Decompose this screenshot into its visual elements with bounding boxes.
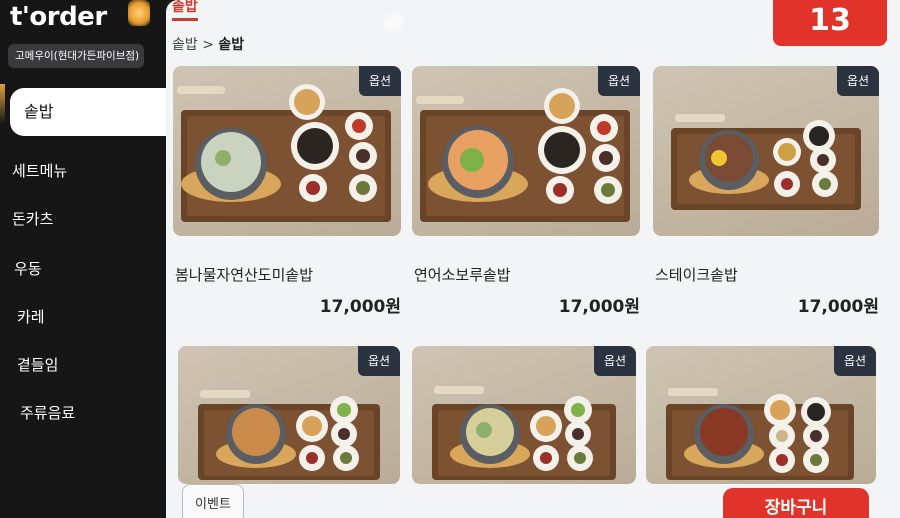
brand-logo: t'order bbox=[10, 2, 107, 32]
category-udon[interactable]: 우동 bbox=[14, 258, 42, 279]
breadcrumb: 솥밥 > 솥밥 bbox=[172, 34, 244, 54]
menu-card[interactable]: 옵션 스테이크솥밥 17,000원 bbox=[653, 66, 879, 318]
category-sotbap[interactable]: 솥밥 bbox=[10, 88, 166, 136]
option-badge: 옵션 bbox=[359, 66, 401, 96]
menu-name: 봄나물자연산도미솥밥 bbox=[175, 266, 314, 284]
option-badge: 옵션 bbox=[594, 346, 636, 376]
breadcrumb-separator: > bbox=[202, 37, 214, 53]
menu-card[interactable]: 옵션 봄나물자연산도미솥밥 17,000원 bbox=[173, 66, 401, 318]
option-badge: 옵션 bbox=[834, 346, 876, 376]
category-set-menu[interactable]: 세트메뉴 bbox=[12, 160, 67, 181]
category-donkatsu[interactable]: 돈카츠 bbox=[12, 208, 53, 229]
option-badge: 옵션 bbox=[837, 66, 879, 96]
menu-name: 연어소보루솥밥 bbox=[414, 266, 511, 284]
edge-glow bbox=[0, 84, 5, 124]
event-button[interactable]: 이벤트 bbox=[182, 484, 244, 518]
category-curry[interactable]: 카레 bbox=[17, 306, 45, 327]
table-number-badge: 13 bbox=[773, 0, 887, 46]
menu-card[interactable]: 옵션 bbox=[646, 346, 876, 484]
menu-card[interactable]: 옵션 bbox=[412, 346, 636, 484]
menu-price: 17,000원 bbox=[319, 297, 401, 317]
menu-card[interactable]: 옵션 연어소보루솥밥 17,000원 bbox=[412, 66, 640, 318]
option-badge: 옵션 bbox=[358, 346, 400, 376]
store-name: 고메우이(현대가든파이브점) bbox=[8, 44, 144, 68]
menu-name: 스테이크솥밥 bbox=[655, 266, 738, 284]
active-tab-underline bbox=[172, 18, 198, 21]
breadcrumb-current: 솥밥 bbox=[218, 37, 245, 53]
menu-price: 17,000원 bbox=[558, 297, 640, 317]
category-drinks[interactable]: 주류음료 bbox=[20, 402, 75, 423]
breadcrumb-parent[interactable]: 솥밥 bbox=[172, 37, 198, 53]
active-tab[interactable]: 솥밥 bbox=[172, 0, 198, 16]
category-sides[interactable]: 곁들임 bbox=[17, 354, 58, 375]
menu-price: 17,000원 bbox=[797, 297, 879, 317]
menu-card[interactable]: 옵션 bbox=[178, 346, 400, 484]
option-badge: 옵션 bbox=[598, 66, 640, 96]
glare-dot bbox=[386, 14, 402, 30]
menu-panel: 솥밥 솥밥 > 솥밥 13 옵션 봄나물자연산도미솥밥 17,000원 옵션 연… bbox=[166, 0, 900, 518]
category-sidebar: t'order 고메우이(현대가든파이브점) 솥밥 세트메뉴 돈카츠 우동 카레… bbox=[0, 0, 166, 518]
lamp-glow bbox=[128, 0, 150, 26]
cart-button[interactable]: 장바구니 bbox=[723, 488, 869, 518]
